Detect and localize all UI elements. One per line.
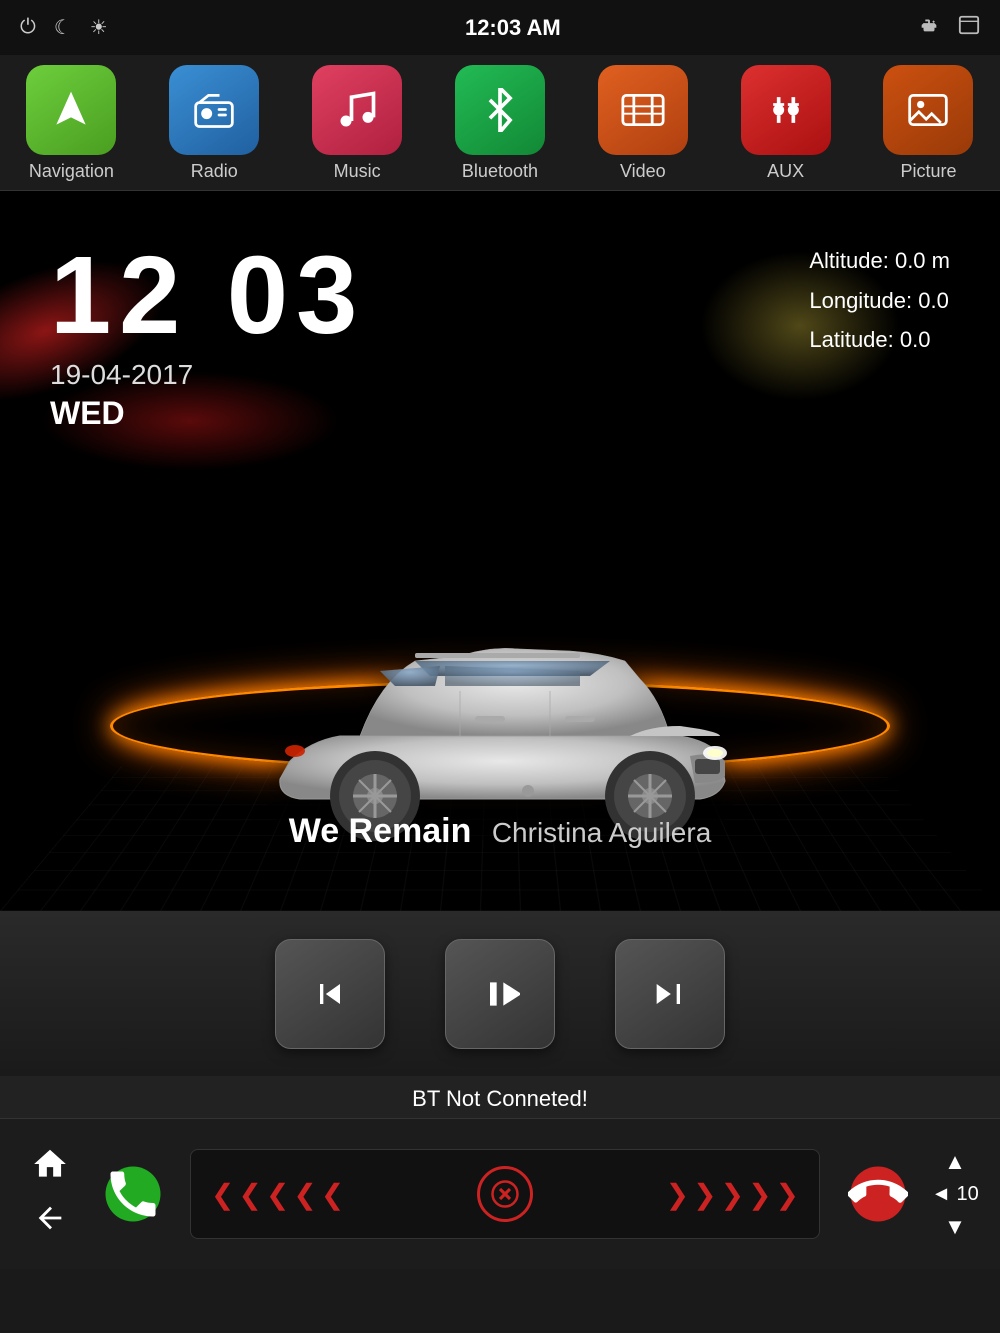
latitude-text: Latitude: 0.0 xyxy=(809,320,950,360)
next-button[interactable] xyxy=(615,939,725,1049)
cancel-button[interactable] xyxy=(477,1166,533,1222)
app-music[interactable]: Music xyxy=(292,65,422,182)
app-bar: Navigation Radio Music Bluetooth Video A… xyxy=(0,55,1000,191)
longitude-text: Longitude: 0.0 xyxy=(809,281,950,321)
song-artist: Christina Aguilera xyxy=(492,817,711,848)
app-bluetooth[interactable]: Bluetooth xyxy=(435,65,565,182)
video-label: Video xyxy=(620,161,666,182)
song-info: We Remain Christina Aguilera xyxy=(289,812,712,851)
home-back-col xyxy=(15,1145,85,1243)
volume-label: ◄ 10 xyxy=(931,1183,979,1206)
app-navigation[interactable]: Navigation xyxy=(6,65,136,182)
player-controls xyxy=(0,911,1000,1076)
music-icon xyxy=(312,65,402,155)
car-image xyxy=(200,511,800,851)
answer-call-button[interactable] xyxy=(95,1157,170,1232)
arrows-right: ❯ ❯ ❯ ❯ ❯ xyxy=(666,1178,799,1211)
gps-info: Altitude: 0.0 m Longitude: 0.0 Latitude:… xyxy=(809,241,950,360)
volume-up-button[interactable]: ▲ xyxy=(944,1149,966,1175)
altitude-text: Altitude: 0.0 m xyxy=(809,241,950,281)
radio-label: Radio xyxy=(191,161,238,182)
sun-icon[interactable]: ☀ xyxy=(90,15,108,40)
nav-label: Navigation xyxy=(29,161,114,182)
moon-icon[interactable]: ☾ xyxy=(54,15,72,40)
play-pause-button[interactable] xyxy=(445,939,555,1049)
video-icon xyxy=(598,65,688,155)
usb-icon xyxy=(918,14,940,42)
bottom-bar: BT Not Conneted! ❮ ❮ ❮ ❮ ❮ xyxy=(0,1076,1000,1269)
bt-status: BT Not Conneted! xyxy=(0,1076,1000,1119)
date-text: 19-04-2017 xyxy=(50,359,365,391)
status-bar-right xyxy=(918,14,980,42)
bluetooth-icon xyxy=(455,65,545,155)
radio-icon xyxy=(169,65,259,155)
app-aux[interactable]: AUX xyxy=(721,65,851,182)
app-picture[interactable]: Picture xyxy=(863,65,993,182)
home-button[interactable] xyxy=(31,1145,69,1191)
status-time: 12:03 AM xyxy=(465,15,561,41)
arrow-display: ❮ ❮ ❮ ❮ ❮ ❯ ❯ ❯ ❯ ❯ xyxy=(190,1149,820,1239)
main-content: 12 03 19-04-2017 WED Altitude: 0.0 m Lon… xyxy=(0,191,1000,911)
song-title: We Remain xyxy=(289,812,472,850)
picture-label: Picture xyxy=(900,161,956,182)
time-hours: 12 xyxy=(50,234,188,357)
status-bar-left: ⏻ ☾ ☀ xyxy=(20,15,108,40)
arrows-left: ❮ ❮ ❮ ❮ ❮ xyxy=(211,1178,344,1211)
picture-icon xyxy=(883,65,973,155)
nav-icon xyxy=(26,65,116,155)
volume-col: ▲ ◄ 10 ▼ xyxy=(925,1149,985,1240)
end-call-button[interactable] xyxy=(840,1157,915,1232)
power-icon[interactable]: ⏻ xyxy=(20,16,36,39)
status-bar: ⏻ ☾ ☀ 12:03 AM xyxy=(0,0,1000,55)
bluetooth-label: Bluetooth xyxy=(462,161,538,182)
app-radio[interactable]: Radio xyxy=(149,65,279,182)
app-video[interactable]: Video xyxy=(578,65,708,182)
prev-button[interactable] xyxy=(275,939,385,1049)
back-button[interactable] xyxy=(33,1201,67,1243)
window-icon xyxy=(958,14,980,42)
volume-down-button[interactable]: ▼ xyxy=(944,1214,966,1240)
bottom-controls: ❮ ❮ ❮ ❮ ❮ ❯ ❯ ❯ ❯ ❯ xyxy=(0,1119,1000,1269)
music-label: Music xyxy=(334,161,381,182)
time-minutes: 03 xyxy=(227,234,365,357)
day-text: WED xyxy=(50,395,365,432)
time-big: 12 03 xyxy=(50,241,365,351)
aux-label: AUX xyxy=(767,161,804,182)
aux-icon xyxy=(741,65,831,155)
time-display: 12 03 19-04-2017 WED xyxy=(50,241,365,432)
